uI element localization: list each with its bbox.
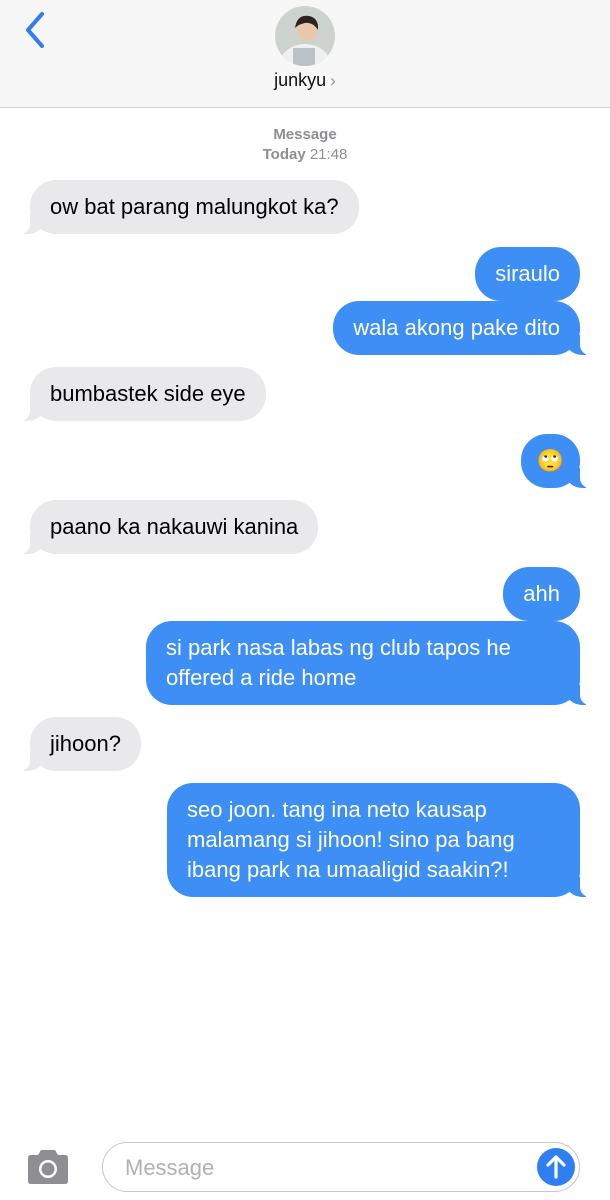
outgoing-message[interactable]: ahh (503, 567, 580, 621)
outgoing-message[interactable]: si park nasa labas ng club tapos he offe… (146, 621, 590, 705)
outgoing-message[interactable]: seo joon. tang ina neto kausap malamang … (167, 783, 590, 897)
chevron-left-icon (26, 12, 44, 48)
message-text: si park nasa labas ng club tapos he offe… (166, 635, 511, 690)
send-button[interactable] (537, 1148, 575, 1186)
contact-avatar[interactable] (275, 6, 335, 66)
incoming-message[interactable]: paano ka nakauwi kanina (19, 500, 319, 554)
service-label: Message (273, 126, 337, 143)
message-text: siraulo (495, 261, 560, 286)
eye-roll-emoji-icon: 🙄 (536, 448, 564, 473)
timestamp-day: Today (262, 146, 306, 163)
message-text: ow bat parang malungkot ka? (50, 194, 339, 219)
incoming-message[interactable]: bumbastek side eye (20, 367, 266, 421)
message-text: seo joon. tang ina neto kausap malamang … (187, 797, 515, 882)
arrow-up-icon (546, 1155, 566, 1179)
timestamp-time: 21:48 (309, 146, 348, 163)
message-text: paano ka nakauwi kanina (50, 514, 299, 539)
incoming-message[interactable]: ow bat parang malungkot ka? (20, 180, 359, 234)
outgoing-message[interactable]: wala akong pake dito (333, 301, 590, 355)
messages-screen: junkyu › Message Today 21:48 ow bat paran… (0, 0, 610, 1200)
contact-name: junkyu (274, 70, 327, 90)
message-composer (102, 1142, 580, 1192)
outgoing-message[interactable]: 🙄 (520, 434, 591, 488)
camera-button[interactable] (24, 1148, 72, 1186)
timestamp-header: Message Today 21:48 (0, 125, 610, 165)
chevron-right-icon: › (330, 71, 336, 90)
incoming-message[interactable]: jihoon? (20, 717, 141, 771)
conversation-header: junkyu › (0, 0, 610, 108)
message-text: ahh (523, 581, 560, 606)
message-text: jihoon? (50, 731, 121, 756)
message-text: bumbastek side eye (50, 381, 246, 406)
camera-icon (28, 1150, 68, 1184)
message-text: wala akong pake dito (353, 315, 560, 340)
message-input[interactable] (123, 1151, 527, 1185)
outgoing-message[interactable]: siraulo (475, 247, 580, 301)
back-button[interactable] (18, 10, 54, 50)
contact-name-button[interactable]: junkyu › (0, 70, 610, 91)
